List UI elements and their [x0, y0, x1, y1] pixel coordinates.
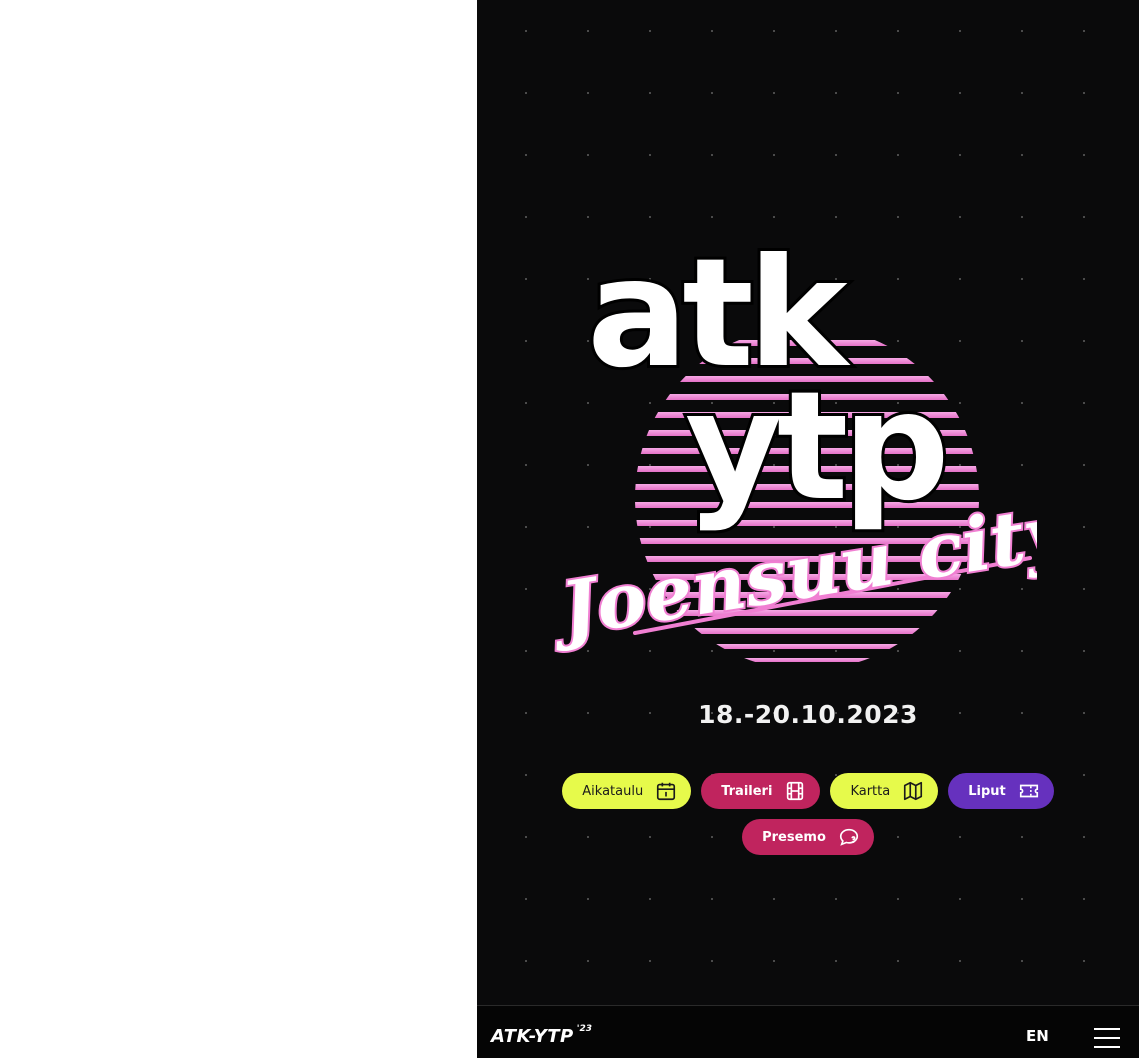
action-buttons: Aikataulu Traileri Kartta Liput Presemo — [477, 773, 1139, 865]
action-row-1: Aikataulu Traileri Kartta Liput — [477, 773, 1139, 809]
bottom-nav-bar: ATK-YTP '23 EN — [477, 1005, 1139, 1058]
trailer-button[interactable]: Traileri — [701, 773, 821, 809]
trailer-button-label: Traileri — [721, 783, 773, 799]
calendar-icon — [657, 782, 676, 801]
tickets-button[interactable]: Liput — [948, 773, 1054, 809]
hero-section: atk ytp Joensuu city 18.-20.10.2023 Aika… — [477, 0, 1139, 1005]
schedule-button-label: Aikataulu — [582, 783, 644, 799]
schedule-button[interactable]: Aikataulu — [562, 773, 692, 809]
map-button-label: Kartta — [850, 783, 891, 799]
chat-question-icon — [839, 828, 858, 846]
map-button[interactable]: Kartta — [830, 773, 939, 809]
ticket-icon — [1019, 784, 1038, 798]
blank-left-pane — [0, 0, 477, 1058]
map-icon — [904, 781, 923, 801]
presemo-button[interactable]: Presemo — [742, 819, 874, 855]
language-switch[interactable]: EN — [1026, 1027, 1049, 1045]
logo-ytp: ytp — [685, 360, 944, 534]
brand-logo[interactable]: ATK-YTP '23 — [491, 1024, 592, 1047]
presemo-button-label: Presemo — [762, 829, 826, 845]
hamburger-icon[interactable] — [1094, 1028, 1120, 1048]
action-row-2: Presemo — [477, 819, 1139, 855]
brand-name: ATK-YTP — [491, 1026, 574, 1047]
film-icon — [787, 781, 804, 801]
atk-ytp-logo: atk ytp Joensuu city — [542, 230, 1037, 662]
brand-year: '23 — [576, 1024, 592, 1034]
event-dates: 18.-20.10.2023 — [698, 700, 918, 729]
tickets-button-label: Liput — [968, 783, 1006, 799]
